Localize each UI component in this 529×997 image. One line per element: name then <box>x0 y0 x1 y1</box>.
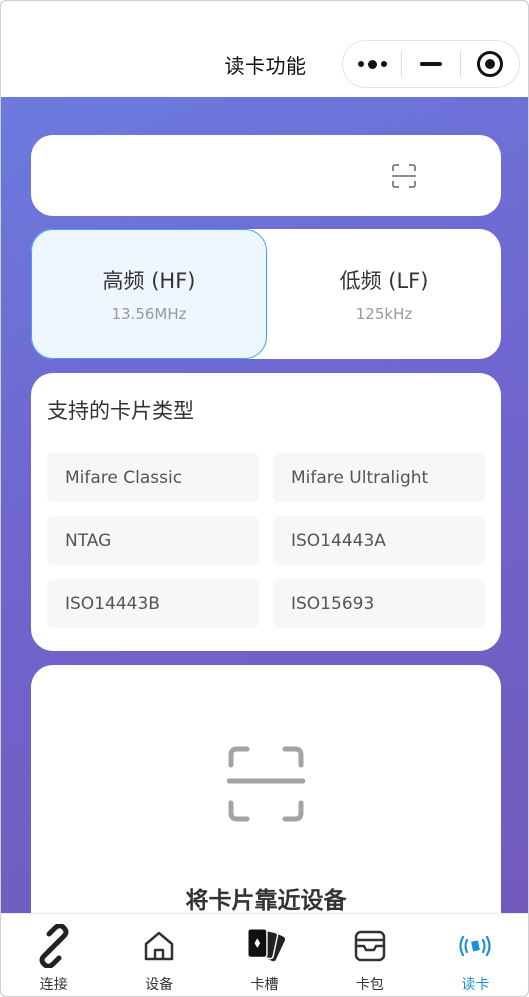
frequency-value: 13.56MHz <box>111 305 187 323</box>
scan-card[interactable] <box>31 135 501 216</box>
card-type-item: NTAG <box>47 516 259 565</box>
app-screen: 读卡功能 高频 (HF) 13.56MHz 低频 (LF) 125kHz 支持的… <box>0 0 529 997</box>
close-button[interactable] <box>461 41 519 87</box>
tab-label: 卡包 <box>355 977 384 993</box>
read-prompt: 将卡片靠近设备 <box>185 888 347 914</box>
tab-connect[interactable]: 连接 <box>1 914 106 996</box>
card-type-item: ISO14443A <box>273 516 485 565</box>
card-type-item: Mifare Classic <box>47 453 259 502</box>
tab-label: 设备 <box>145 977 174 993</box>
tab-card-slot[interactable]: 卡槽 <box>212 914 317 996</box>
section-title: 支持的卡片类型 <box>47 399 194 423</box>
scan-icon[interactable] <box>391 163 417 189</box>
card-type-item: ISO15693 <box>273 579 485 628</box>
close-target-icon <box>477 51 503 77</box>
card-type-item: ISO14443B <box>47 579 259 628</box>
supported-card-types: 支持的卡片类型 Mifare Classic Mifare Ultralight… <box>31 373 501 651</box>
tab-device[interactable]: 设备 <box>106 914 211 996</box>
nav-bar: 读卡功能 <box>1 1 528 97</box>
frequency-label: 低频 (LF) <box>339 269 429 293</box>
more-icon <box>357 59 387 69</box>
frequency-value: 125kHz <box>355 305 413 323</box>
cards-icon <box>243 924 287 968</box>
minimize-button[interactable] <box>402 41 460 87</box>
mini-program-capsule <box>342 40 520 88</box>
card-type-item: Mifare Ultralight <box>273 453 485 502</box>
tab-read-card[interactable]: 读卡 <box>423 914 528 996</box>
tab-label: 卡槽 <box>250 977 279 993</box>
nfc-icon <box>453 924 497 968</box>
scan-frame-icon <box>227 746 305 822</box>
more-button[interactable] <box>343 41 401 87</box>
frequency-lf-option[interactable]: 低频 (LF) 125kHz <box>267 229 501 359</box>
frequency-selector: 高频 (HF) 13.56MHz 低频 (LF) 125kHz <box>31 229 501 359</box>
card-type-grid: Mifare Classic Mifare Ultralight NTAG IS… <box>47 453 485 628</box>
wallet-icon <box>348 924 392 968</box>
tab-label: 连接 <box>39 977 68 993</box>
tab-bar: 连接 设备 卡槽 卡包 读卡 <box>1 913 528 996</box>
link-icon <box>32 924 76 968</box>
tab-label: 读卡 <box>461 977 490 993</box>
frequency-label: 高频 (HF) <box>102 269 196 293</box>
home-icon <box>137 924 181 968</box>
tab-card-wallet[interactable]: 卡包 <box>317 914 422 996</box>
minimize-icon <box>420 62 442 66</box>
frequency-hf-option[interactable]: 高频 (HF) 13.56MHz <box>31 229 267 359</box>
